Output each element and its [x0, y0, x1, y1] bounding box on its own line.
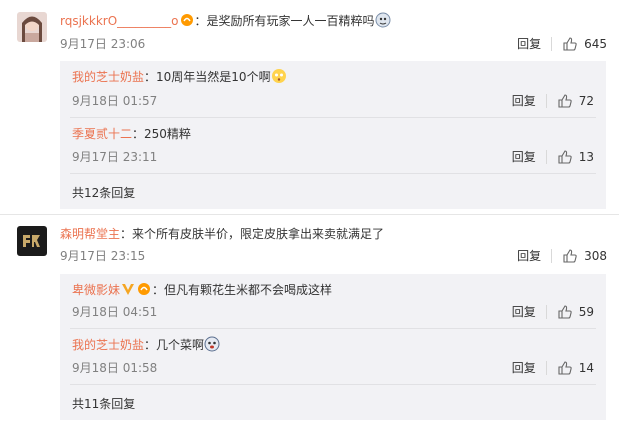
divider: [0, 214, 619, 215]
thumbs-up-icon[interactable]: [557, 149, 573, 165]
divider: [70, 173, 596, 174]
divider: [545, 150, 547, 164]
comment-time: 9月17日 23:15: [60, 249, 146, 263]
divider: [545, 94, 547, 108]
divider: [70, 384, 596, 385]
reply-actions: 回复 14: [512, 360, 594, 376]
thumbs-up-icon[interactable]: [562, 248, 578, 264]
reply-box: 卑微影妹 ：但凡有颗花生米都不会喝成这样 9月18日 04:51 回复 59 我的…: [60, 274, 606, 420]
verified-v-icon: [120, 281, 136, 297]
thumbs-up-icon[interactable]: [557, 93, 573, 109]
divider: [551, 37, 553, 51]
vip-badge-icon: [136, 281, 152, 297]
like-count: 308: [584, 249, 607, 263]
reply-body: 但凡有颗花生米都不会喝成这样: [164, 283, 333, 297]
reply-username[interactable]: 卑微影妹: [72, 283, 120, 297]
like-count: 72: [578, 94, 594, 108]
reply-button[interactable]: 回复: [517, 36, 541, 52]
reply-username[interactable]: 季夏贰十二: [72, 127, 132, 141]
divider: [70, 328, 596, 329]
emoji-icon: [375, 12, 391, 28]
reply-button[interactable]: 回复: [512, 149, 536, 165]
like-count: 14: [578, 361, 594, 375]
comment-list: rqsjkkkrO_________o ：是奖励所有玩家一人一百精粹吗 9月17日…: [0, 0, 619, 421]
comment-actions: 回复 645: [517, 36, 607, 52]
like-count: 645: [584, 37, 607, 51]
reply-username[interactable]: 我的芝士奶盐: [72, 338, 144, 352]
reply-button[interactable]: 回复: [512, 93, 536, 109]
reply-button[interactable]: 回复: [517, 248, 541, 264]
comment-time: 9月17日 23:06: [60, 37, 146, 51]
reply-body: 几个菜啊: [156, 338, 205, 352]
reply-body: 10周年当然是10个啊: [156, 70, 271, 84]
emoji-icon: [204, 336, 220, 352]
reply-text: 我的芝士奶盐：10周年当然是10个啊: [72, 68, 287, 85]
thumbs-up-icon[interactable]: [557, 360, 573, 376]
more-replies-link[interactable]: 共11条回复: [72, 395, 135, 412]
comment-username[interactable]: rqsjkkkrO_________o: [60, 14, 179, 28]
comment-text: 森明帮堂主：来个所有皮肤半价，限定皮肤拿出来卖就满足了: [60, 227, 385, 241]
reply-text: 卑微影妹 ：但凡有颗花生米都不会喝成这样: [72, 281, 333, 297]
divider: [545, 305, 547, 319]
comment-username[interactable]: 森明帮堂主: [60, 227, 120, 241]
reply-time: 9月18日 04:51: [72, 305, 158, 319]
reply-actions: 回复 59: [512, 304, 594, 320]
reply-text: 我的芝士奶盐：几个菜啊: [72, 336, 220, 353]
comment-actions: 回复 308: [517, 248, 607, 264]
reply-box: 我的芝士奶盐：10周年当然是10个啊 9月18日 01:57 回复 72 季夏贰…: [60, 61, 606, 209]
comment-text: rqsjkkkrO_________o ：是奖励所有玩家一人一百精粹吗: [60, 12, 391, 29]
emoji-icon: [271, 68, 287, 84]
reply-actions: 回复 72: [512, 93, 594, 109]
like-count: 13: [578, 150, 594, 164]
reply-button[interactable]: 回复: [512, 360, 536, 376]
vip-badge-icon: [179, 12, 195, 28]
reply-button[interactable]: 回复: [512, 304, 536, 320]
reply-actions: 回复 13: [512, 149, 594, 165]
comment-body: 是奖励所有玩家一人一百精粹吗: [206, 14, 375, 28]
more-replies-link[interactable]: 共12条回复: [72, 184, 135, 201]
like-count: 59: [578, 305, 594, 319]
reply-time: 9月18日 01:58: [72, 361, 158, 375]
reply-text: 季夏贰十二：250精粹: [72, 127, 191, 141]
comment-body: 来个所有皮肤半价，限定皮肤拿出来卖就满足了: [132, 227, 385, 241]
divider: [545, 361, 547, 375]
divider: [551, 249, 553, 263]
thumbs-up-icon[interactable]: [562, 36, 578, 52]
divider: [70, 117, 596, 118]
reply-time: 9月17日 23:11: [72, 150, 158, 164]
avatar[interactable]: [17, 226, 47, 256]
reply-username[interactable]: 我的芝士奶盐: [72, 70, 144, 84]
thumbs-up-icon[interactable]: [557, 304, 573, 320]
reply-time: 9月18日 01:57: [72, 94, 158, 108]
avatar[interactable]: [17, 12, 47, 42]
reply-body: 250精粹: [144, 127, 191, 141]
